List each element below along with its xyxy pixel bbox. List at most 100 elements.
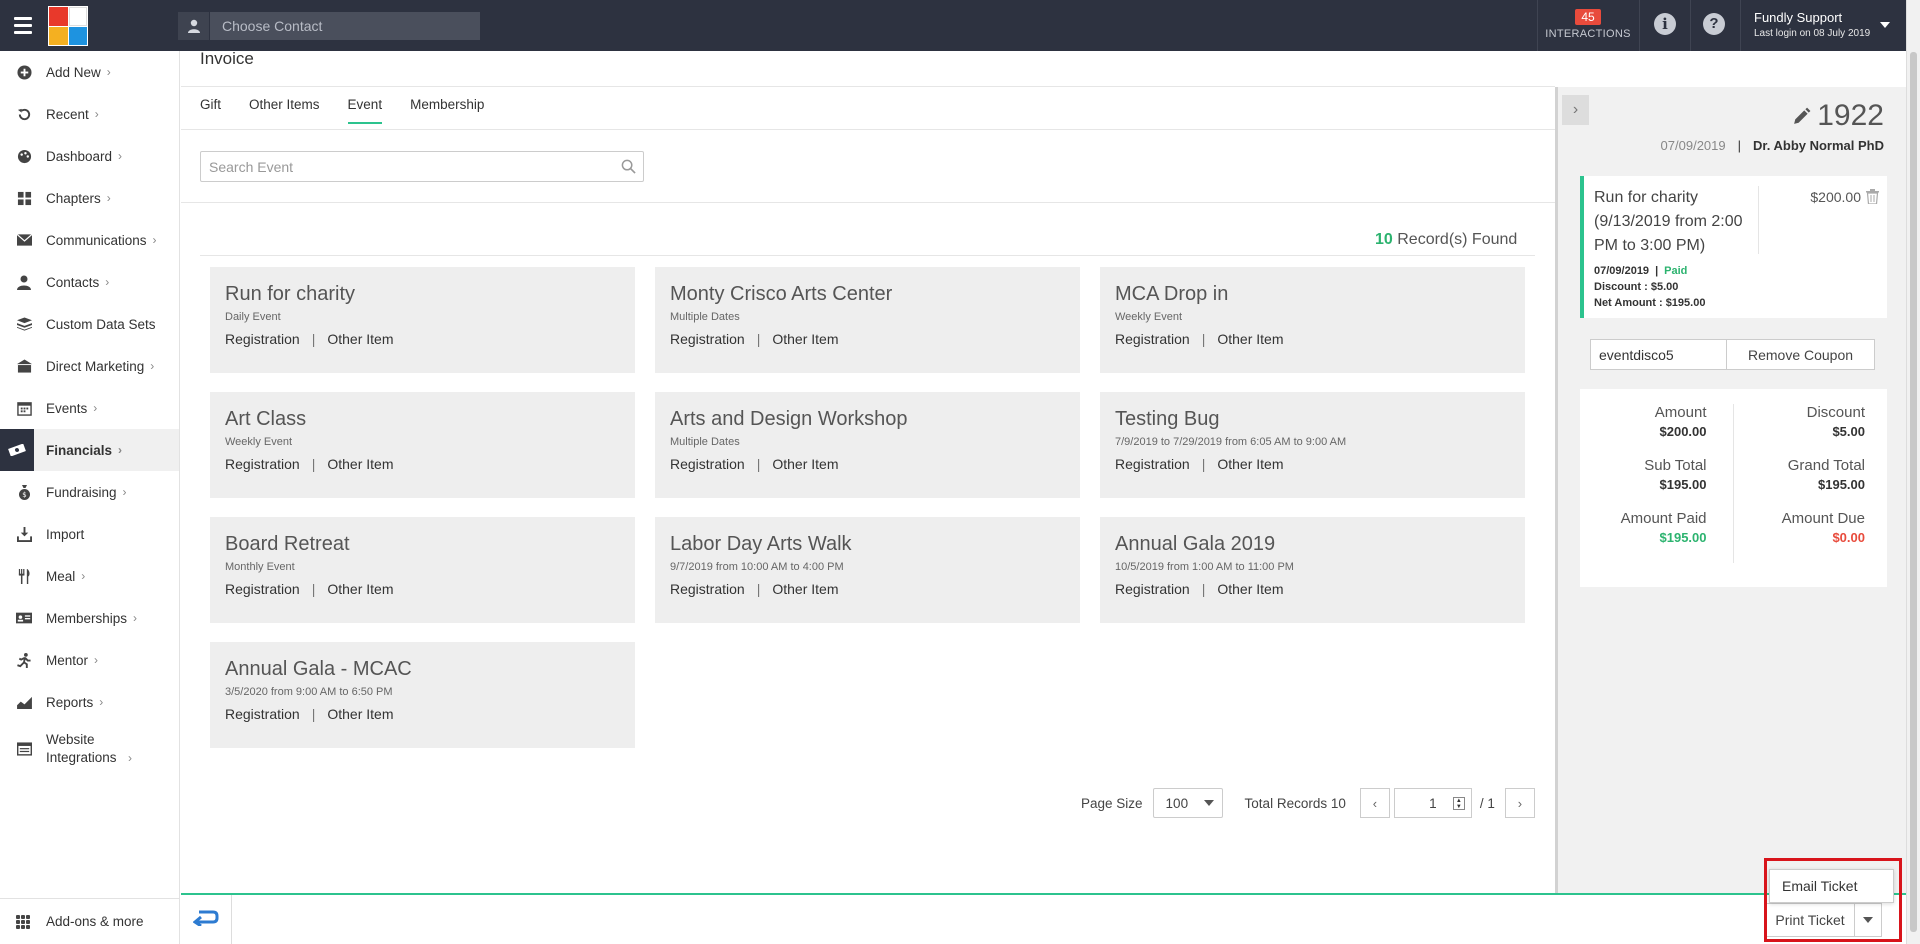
print-ticket-button[interactable]: Print Ticket: [1766, 904, 1855, 936]
chevron-right-icon: ›: [150, 359, 155, 373]
sidebar-item-memberships[interactable]: Memberships ›: [0, 597, 179, 639]
invoice-contact[interactable]: Dr. Abby Normal PhD: [1753, 138, 1884, 153]
sidebar-item-direct-marketing[interactable]: Direct Marketing ›: [0, 345, 179, 387]
sidebar-item-website-integrations[interactable]: Website Integrations ›: [0, 723, 179, 775]
page-scrollbar[interactable]: [1906, 0, 1920, 944]
sidebar-item-contacts[interactable]: Contacts ›: [0, 261, 179, 303]
event-card[interactable]: Annual Gala 2019 10/5/2019 from 1:00 AM t…: [1100, 517, 1525, 623]
discount-value: $5.00: [1832, 424, 1865, 439]
sidebar-item-dashboard[interactable]: Dashboard ›: [0, 135, 179, 177]
other-item-link[interactable]: Other Item: [327, 331, 393, 347]
tab-membership[interactable]: Membership: [410, 97, 484, 124]
search-event-input[interactable]: [201, 152, 613, 181]
sidebar-item-communications[interactable]: Communications ›: [0, 219, 179, 261]
event-card[interactable]: Testing Bug 7/9/2019 to 7/29/2019 from 6:…: [1100, 392, 1525, 498]
addons-label: Add-ons & more: [46, 914, 144, 929]
other-item-link[interactable]: Other Item: [1217, 581, 1283, 597]
remove-coupon-button[interactable]: Remove Coupon: [1727, 340, 1874, 369]
registration-link[interactable]: Registration: [225, 331, 300, 347]
event-card[interactable]: Run for charity Daily Event Registration | O…: [210, 267, 635, 373]
email-ticket-menu-item[interactable]: Email Ticket: [1769, 869, 1894, 903]
event-name[interactable]: Board Retreat: [225, 533, 620, 556]
event-schedule: Daily Event: [225, 311, 281, 323]
sidebar-item-chapters[interactable]: Chapters ›: [0, 177, 179, 219]
sidebar-item-reports[interactable]: Reports ›: [0, 681, 179, 723]
choose-contact-placeholder: Choose Contact: [222, 18, 323, 34]
other-item-link[interactable]: Other Item: [327, 456, 393, 472]
user-menu[interactable]: Fundly Support Last login on 08 July 201…: [1754, 10, 1870, 39]
chevron-right-icon: ›: [118, 149, 123, 163]
event-card[interactable]: Arts and Design Workshop Multiple Dates Re…: [655, 392, 1080, 498]
event-name[interactable]: Annual Gala 2019: [1115, 533, 1510, 556]
page-number-input[interactable]: 1 ▲ ▼: [1393, 788, 1472, 818]
other-item-link[interactable]: Other Item: [327, 706, 393, 722]
coupon-code-field[interactable]: eventdisco5: [1591, 340, 1727, 369]
event-card[interactable]: Labor Day Arts Walk 9/7/2019 from 10:00 A…: [655, 517, 1080, 623]
registration-link[interactable]: Registration: [670, 581, 745, 597]
sidebar-item-recent[interactable]: Recent ›: [0, 93, 179, 135]
event-card[interactable]: Monty Crisco Arts Center Multiple Dates Re…: [655, 267, 1080, 373]
event-name[interactable]: Testing Bug: [1115, 408, 1510, 431]
sidebar-item-add-new[interactable]: Add New ›: [0, 51, 179, 93]
event-name[interactable]: Labor Day Arts Walk: [670, 533, 1065, 556]
event-name[interactable]: Art Class: [225, 408, 620, 431]
page-spinner-icon[interactable]: ▲ ▼: [1452, 797, 1465, 810]
info-icon[interactable]: i: [1654, 13, 1676, 35]
user-dropdown-icon[interactable]: [1880, 22, 1890, 28]
app-logo[interactable]: [48, 6, 88, 46]
scrollbar-thumb[interactable]: [1910, 52, 1917, 932]
tab-gift[interactable]: Gift: [200, 97, 221, 124]
amount-paid-value: $195.00: [1659, 530, 1707, 545]
sidebar-item-financials[interactable]: Financials ›: [0, 429, 179, 471]
sidebar-item-import[interactable]: Import: [0, 513, 179, 555]
event-name[interactable]: MCA Drop in: [1115, 283, 1510, 306]
other-item-link[interactable]: Other Item: [1217, 456, 1283, 472]
trash-icon[interactable]: [1866, 189, 1879, 209]
registration-link[interactable]: Registration: [670, 456, 745, 472]
event-name[interactable]: Arts and Design Workshop: [670, 408, 1065, 431]
search-icon[interactable]: [613, 159, 643, 174]
registration-link[interactable]: Registration: [225, 581, 300, 597]
prev-page-button[interactable]: ‹: [1359, 788, 1390, 818]
tab-other-items[interactable]: Other Items: [249, 97, 320, 124]
next-page-button[interactable]: ›: [1504, 788, 1535, 818]
hamburger-menu-icon[interactable]: [0, 0, 46, 51]
help-icon[interactable]: ?: [1703, 13, 1725, 35]
sidebar-item-meal[interactable]: Meal ›: [0, 555, 179, 597]
event-card[interactable]: Art Class Weekly Event Registration | Other …: [210, 392, 635, 498]
registration-link[interactable]: Registration: [225, 706, 300, 722]
page-size-select[interactable]: 100: [1152, 788, 1223, 818]
interactions-button[interactable]: 45 INTERACTIONS: [1538, 0, 1638, 51]
divider: [1690, 0, 1691, 51]
sidebar-item-events[interactable]: Events ›: [0, 387, 179, 429]
other-item-link[interactable]: Other Item: [772, 456, 838, 472]
registration-link[interactable]: Registration: [1115, 331, 1190, 347]
event-links: Registration | Other Item: [1115, 456, 1510, 472]
choose-contact-field[interactable]: Choose Contact: [178, 12, 480, 40]
other-item-link[interactable]: Other Item: [1217, 331, 1283, 347]
registration-link[interactable]: Registration: [1115, 456, 1190, 472]
event-card[interactable]: MCA Drop in Weekly Event Registration | Othe…: [1100, 267, 1525, 373]
divider: [181, 129, 1555, 130]
tab-event[interactable]: Event: [347, 97, 383, 124]
back-button[interactable]: [181, 895, 232, 944]
sidebar-item-fundraising[interactable]: $ Fundraising ›: [0, 471, 179, 513]
sidebar-item-custom-data-sets[interactable]: Custom Data Sets: [0, 303, 179, 345]
pencil-icon[interactable]: [1793, 99, 1811, 133]
sidebar-item-mentor[interactable]: Mentor ›: [0, 639, 179, 681]
other-item-link[interactable]: Other Item: [772, 581, 838, 597]
addons-button[interactable]: Add-ons & more: [0, 898, 180, 944]
event-name[interactable]: Run for charity: [225, 283, 620, 306]
registration-link[interactable]: Registration: [225, 456, 300, 472]
other-item-link[interactable]: Other Item: [327, 581, 393, 597]
event-card[interactable]: Board Retreat Monthly Event Registration | O…: [210, 517, 635, 623]
registration-link[interactable]: Registration: [1115, 581, 1190, 597]
event-card[interactable]: Annual Gala - MCAC 3/5/2020 from 9:00 AM …: [210, 642, 635, 748]
ticket-dropdown-toggle[interactable]: [1855, 904, 1881, 936]
other-item-link[interactable]: Other Item: [772, 331, 838, 347]
event-name[interactable]: Annual Gala - MCAC: [225, 658, 620, 681]
collapse-panel-button[interactable]: ›: [1562, 95, 1589, 125]
event-name[interactable]: Monty Crisco Arts Center: [670, 283, 1065, 306]
registration-link[interactable]: Registration: [670, 331, 745, 347]
amount-due-value: $0.00: [1832, 530, 1865, 545]
